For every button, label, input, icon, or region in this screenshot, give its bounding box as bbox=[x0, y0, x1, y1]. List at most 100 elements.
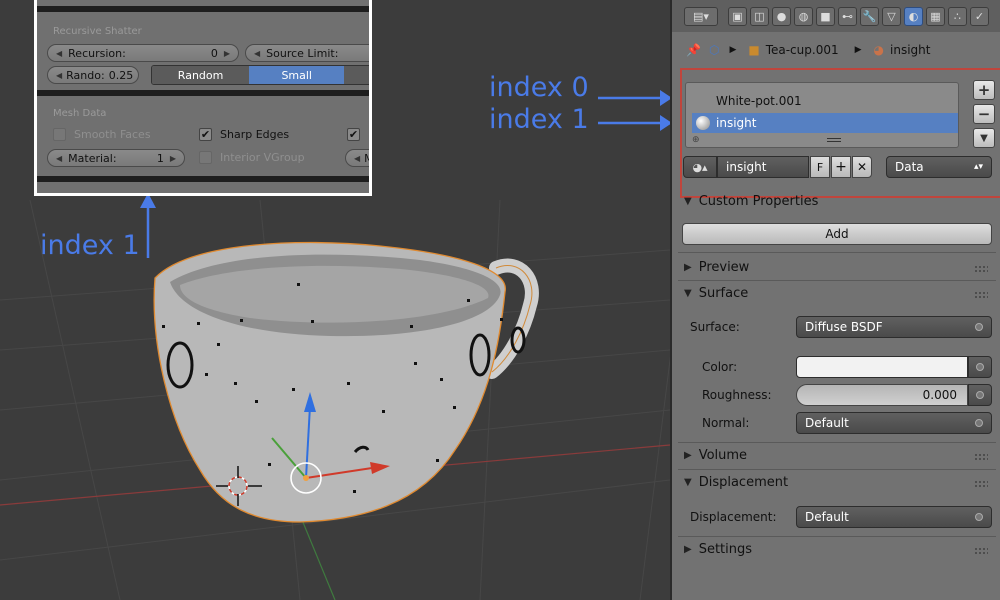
decrement-icon[interactable]: ◀ bbox=[56, 154, 62, 163]
render-layers-tab-icon[interactable]: ◫ bbox=[750, 7, 769, 26]
roughness-label: Roughness: bbox=[702, 388, 772, 402]
displacement-header[interactable]: ▼ Displacement bbox=[684, 475, 788, 490]
color-socket-button[interactable] bbox=[968, 356, 992, 378]
recursive-shatter-title: Recursive Shatter bbox=[53, 26, 142, 37]
sharp-edges-checkbox[interactable]: ✔ Sharp Edges bbox=[199, 128, 289, 141]
resize-handle-icon[interactable]: ⊕ bbox=[692, 135, 700, 145]
interior-vgroup-label: Interior VGroup bbox=[220, 151, 305, 164]
recursion-field[interactable]: ◀ Recursion: 0 ▶ bbox=[47, 44, 239, 62]
unlink-material-button[interactable]: ✕ bbox=[852, 156, 872, 178]
expand-triangle-icon: ▶ bbox=[684, 262, 692, 273]
displacement-dropdown[interactable]: Default bbox=[796, 506, 992, 528]
world-tab-icon[interactable]: ◍ bbox=[794, 7, 813, 26]
decrement-icon[interactable]: ◀ bbox=[254, 49, 260, 58]
list-item[interactable]: White-pot.001 bbox=[692, 91, 958, 111]
divider bbox=[37, 6, 369, 12]
surface-title: Surface bbox=[698, 286, 749, 301]
panel-grip-icon[interactable] bbox=[974, 547, 988, 555]
settings-title: Settings bbox=[698, 542, 753, 557]
particles-tab-icon[interactable]: ∴ bbox=[948, 7, 967, 26]
panel-grip-icon[interactable] bbox=[974, 480, 988, 488]
link-type-dropdown[interactable]: Data ▴▾ bbox=[886, 156, 992, 178]
material-slots-highlight: White-pot.001 insight ⊕ + − ▼ ◕▴ insight… bbox=[680, 68, 1000, 198]
object-tab-icon[interactable]: ■ bbox=[816, 7, 835, 26]
increment-icon[interactable]: ▶ bbox=[170, 154, 176, 163]
data-tab-icon[interactable]: ▽ bbox=[882, 7, 901, 26]
breadcrumb-object: Tea-cup.001 bbox=[765, 43, 839, 57]
normal-label: Normal: bbox=[702, 416, 750, 430]
panel-grip-icon[interactable] bbox=[974, 291, 988, 299]
node-socket-icon bbox=[976, 363, 984, 371]
divider bbox=[678, 469, 996, 470]
material-tab-icon[interactable]: ◐ bbox=[904, 7, 923, 26]
physics-tab-icon[interactable]: ✓ bbox=[970, 7, 989, 26]
preview-header[interactable]: ▶ Preview bbox=[684, 260, 749, 275]
slot-name: insight bbox=[716, 116, 757, 130]
m-field[interactable]: ◀ M bbox=[345, 149, 369, 167]
volume-header[interactable]: ▶ Volume bbox=[684, 448, 747, 463]
chevron-right-icon: ▶ bbox=[854, 45, 862, 55]
surface-shader-dropdown[interactable]: Diffuse BSDF bbox=[796, 316, 992, 338]
normal-dropdown[interactable]: Default bbox=[796, 412, 992, 434]
material-field[interactable]: ◀ Material: 1 ▶ bbox=[47, 149, 185, 167]
smooth-faces-label: Smooth Faces bbox=[74, 128, 151, 141]
material-name-field[interactable]: insight bbox=[717, 156, 809, 178]
browse-material-button[interactable]: ◕▴ bbox=[683, 156, 717, 178]
add-property-button[interactable]: Add bbox=[682, 223, 992, 245]
roughness-socket-button[interactable] bbox=[968, 384, 992, 406]
color-swatch[interactable] bbox=[796, 356, 968, 378]
texture-tab-icon[interactable]: ▦ bbox=[926, 7, 945, 26]
fracture-settings-inset: Recursive Shatter ◀ Recursion: 0 ▶ ◀ Sou… bbox=[34, 0, 372, 196]
modifiers-tab-icon[interactable]: 🔧 bbox=[860, 7, 879, 26]
material-label: Material: bbox=[68, 151, 117, 165]
shatter-mode-toggle[interactable]: Random Small bbox=[151, 65, 369, 85]
scene-data-icon: ⬡ bbox=[708, 43, 720, 57]
new-material-button[interactable]: + bbox=[831, 156, 851, 178]
checkmark-icon[interactable]: ✔ bbox=[199, 128, 212, 141]
small-option[interactable]: Small bbox=[249, 66, 345, 84]
checkbox-box[interactable] bbox=[199, 151, 212, 164]
pin-icon[interactable]: 📌 bbox=[686, 43, 701, 57]
surface-label: Surface: bbox=[690, 320, 740, 334]
list-item-selected[interactable]: insight bbox=[692, 113, 958, 133]
node-socket-icon bbox=[975, 419, 983, 427]
checkbox-box[interactable] bbox=[53, 128, 66, 141]
rando-field[interactable]: ◀ Rando: 0.25 bbox=[47, 66, 139, 84]
material-sphere-icon: ◕ bbox=[873, 43, 885, 57]
material-slot-list[interactable]: White-pot.001 insight ⊕ bbox=[685, 82, 959, 148]
slot-specials-button[interactable]: ▼ bbox=[973, 128, 995, 148]
custom-properties-header[interactable]: ▼ Custom Properties bbox=[684, 194, 818, 209]
displacement-label: Displacement: bbox=[690, 510, 777, 524]
chevron-right-icon: ▶ bbox=[729, 45, 737, 55]
3d-viewport[interactable]: Recursive Shatter ◀ Recursion: 0 ▶ ◀ Sou… bbox=[0, 0, 670, 600]
editor-type-icon[interactable]: ▤▾ bbox=[684, 7, 718, 26]
smooth-faces-checkbox[interactable]: Smooth Faces bbox=[53, 128, 151, 141]
interior-vgroup-checkbox[interactable]: Interior VGroup bbox=[199, 151, 305, 164]
render-tab-icon[interactable]: ▣ bbox=[728, 7, 747, 26]
node-socket-icon bbox=[975, 513, 983, 521]
source-limit-field[interactable]: ◀ Source Limit: bbox=[245, 44, 369, 62]
remove-slot-button[interactable]: − bbox=[973, 104, 995, 124]
collapse-triangle-icon: ▼ bbox=[684, 196, 692, 207]
increment-icon[interactable]: ▶ bbox=[224, 49, 230, 58]
roughness-slider[interactable]: 0.000 bbox=[796, 384, 968, 406]
settings-header[interactable]: ▶ Settings bbox=[684, 542, 752, 557]
list-grip-icon[interactable] bbox=[827, 138, 841, 142]
panel-grip-icon[interactable] bbox=[974, 453, 988, 461]
breadcrumb: 📌 ⬡ ▶ ■ Tea-cup.001 ▶ ◕ insight bbox=[672, 34, 1000, 66]
decrement-icon[interactable]: ◀ bbox=[56, 49, 62, 58]
fake-user-button[interactable]: F bbox=[810, 156, 830, 178]
constraints-tab-icon[interactable]: ⊷ bbox=[838, 7, 857, 26]
extra-option[interactable] bbox=[344, 66, 369, 84]
random-option[interactable]: Random bbox=[152, 66, 250, 84]
normal-value: Default bbox=[805, 416, 849, 430]
decrement-icon[interactable]: ◀ bbox=[354, 154, 360, 163]
partial-checkbox[interactable]: ✔ bbox=[347, 128, 368, 141]
add-slot-button[interactable]: + bbox=[973, 80, 995, 100]
scene-tab-icon[interactable]: ● bbox=[772, 7, 791, 26]
panel-grip-icon[interactable] bbox=[974, 265, 988, 273]
surface-header[interactable]: ▼ Surface bbox=[684, 286, 748, 301]
checkmark-icon[interactable]: ✔ bbox=[347, 128, 360, 141]
displacement-value: Default bbox=[805, 510, 849, 524]
decrement-icon[interactable]: ◀ bbox=[56, 71, 62, 80]
